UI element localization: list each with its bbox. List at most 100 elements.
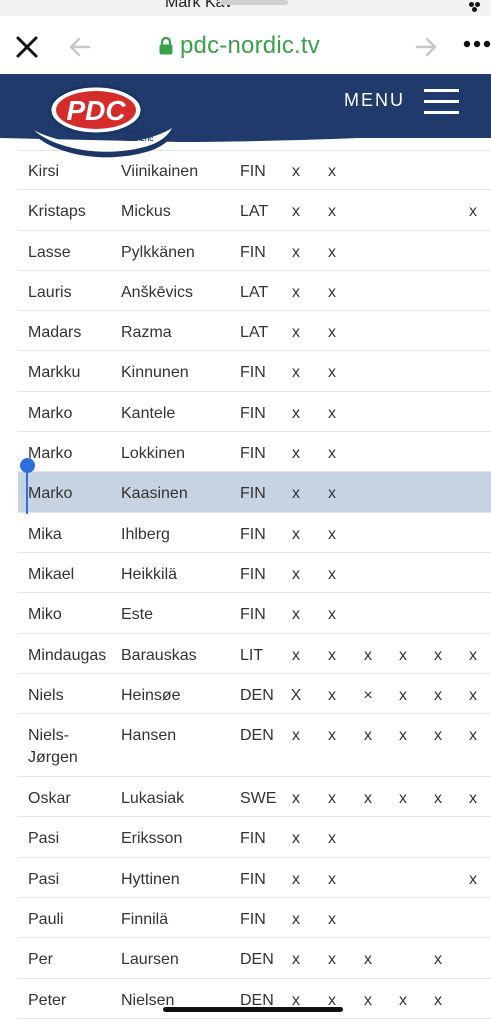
more-dots-icon[interactable] — [462, 38, 491, 50]
table-row: Madars Razma LAT x x — [18, 311, 491, 352]
table-row: Pasi Eriksson FIN x x — [18, 817, 491, 858]
participation-mark-cell: x — [328, 790, 336, 808]
first-name-cell: Marko — [28, 485, 73, 503]
first-name-cell: Miko — [28, 606, 62, 624]
participation-mark-cell: x — [328, 951, 336, 969]
first-name-cell: Lauris — [28, 283, 72, 301]
tab-grabber — [220, 0, 288, 5]
last-name-cell: Kinnunen — [121, 364, 189, 382]
participation-mark-cell: x — [328, 525, 336, 543]
nationality-cell: DEN — [240, 951, 274, 969]
menu-label[interactable]: MENU — [344, 90, 405, 111]
last-name-cell: Heinsøe — [121, 686, 181, 704]
participants-table: Kirsi Viinikainen FIN x x Kristaps Mickus LAT x x… — [18, 150, 491, 1019]
participation-mark-cell: x — [292, 445, 300, 463]
participation-mark-cell: x — [364, 951, 372, 969]
participation-mark-cell: x — [292, 243, 300, 261]
table-row: Lasse Pylkkänen FIN x x — [18, 231, 491, 271]
nationality-cell: FIN — [240, 830, 266, 848]
svg-text:NORDIC: NORDIC — [126, 130, 150, 136]
close-icon[interactable] — [14, 34, 40, 60]
first-name-cell: Markku — [28, 364, 81, 382]
table-row: Mika Ihlberg FIN x x — [18, 513, 491, 553]
participation-mark-cell: x — [292, 565, 300, 583]
participation-mark-cell: x — [399, 790, 407, 808]
participation-mark-cell: x — [364, 790, 372, 808]
table-row: Per Laursen DEN x x x x — [18, 938, 491, 979]
participation-mark-cell: x — [292, 283, 300, 301]
nationality-cell: LAT — [240, 283, 269, 301]
first-name-cell: Madars — [28, 324, 82, 342]
table-row: Mikael Heikkilä FIN x x — [18, 553, 491, 594]
nationality-cell: FIN — [240, 404, 266, 422]
participation-mark-cell: x — [434, 646, 442, 664]
participation-mark-cell: x — [328, 565, 336, 583]
last-name-cell: Pylkkänen — [121, 243, 195, 261]
first-name-cell: Marko — [28, 404, 73, 422]
nationality-cell: FIN — [240, 870, 266, 888]
forward-arrow-icon[interactable] — [413, 34, 439, 60]
status-bar: Mark Kav — [0, 0, 491, 16]
participation-mark-cell: x — [364, 646, 372, 664]
first-name-cell: Mika — [28, 525, 62, 543]
nationality-cell: FIN — [240, 911, 266, 929]
participation-mark-cell: x — [328, 911, 336, 929]
first-name-cell: Lasse — [28, 243, 71, 261]
participation-mark-cell: x — [292, 790, 300, 808]
participation-mark-cell: x — [328, 606, 336, 624]
first-name-cell: Pasi — [28, 830, 60, 848]
home-indicator[interactable] — [163, 1007, 343, 1012]
last-name-cell: Este — [121, 606, 154, 624]
nationality-cell: FIN — [240, 485, 266, 503]
participation-mark-cell: x — [292, 727, 300, 745]
nationality-cell: FIN — [240, 565, 266, 583]
participation-mark-cell: x — [328, 203, 336, 221]
last-name-cell: Ihlberg — [121, 525, 170, 543]
text-selection-caret — [26, 466, 28, 514]
address-bar[interactable]: pdc-nordic.tv — [158, 32, 320, 60]
nationality-cell: FIN — [240, 163, 266, 180]
first-name-cell: Marko — [28, 445, 73, 463]
logo-text: PDC — [66, 95, 126, 126]
participation-mark-cell: x — [434, 991, 442, 1009]
participation-mark-cell: x — [399, 646, 407, 664]
participation-mark-cell: x — [292, 951, 300, 969]
table-row: Pauli Finnilä FIN x x — [18, 898, 491, 939]
table-row: Peter Nielsen DEN x x x x x — [18, 979, 491, 1019]
table-row: Oskar Lukasiak SWE x x x x x x — [18, 777, 491, 818]
participation-mark-cell: x — [328, 163, 336, 180]
back-arrow-icon[interactable] — [67, 34, 93, 60]
participation-mark-cell: x — [364, 727, 372, 745]
nationality-cell: FIN — [240, 525, 266, 543]
last-name-cell: Anškēvics — [121, 283, 194, 301]
participation-mark-cell: x — [292, 203, 300, 221]
svg-text:& BALTIC: & BALTIC — [126, 137, 154, 143]
hamburger-menu-icon[interactable] — [424, 89, 459, 115]
participation-mark-cell: x — [328, 830, 336, 848]
participation-mark-cell: x — [434, 727, 442, 745]
participation-mark-cell: x — [328, 445, 336, 463]
last-name-cell: Mickus — [121, 203, 171, 221]
first-name-cell: Mikael — [28, 565, 75, 583]
pdc-logo[interactable]: PDC NORDIC & BALTIC — [26, 80, 176, 166]
lock-icon — [159, 36, 173, 55]
table-row: Niels Heinsøe DEN Xx × x x x — [18, 674, 491, 715]
last-name-cell: Kaasinen — [121, 485, 188, 503]
participation-mark-cell: x — [328, 404, 336, 422]
table-row: Marko Kaasinen FIN x x — [18, 472, 491, 513]
nationality-cell: FIN — [240, 606, 266, 624]
nationality-cell: FIN — [240, 445, 266, 463]
participation-mark-cell: x — [328, 324, 336, 342]
participation-mark-cell: x — [292, 911, 300, 929]
participation-mark-cell: x — [399, 727, 407, 745]
participation-mark-cell: x — [292, 404, 300, 422]
table-row: Marko Lokkinen FIN x x — [18, 432, 491, 473]
participation-mark-cell: x — [328, 727, 336, 745]
participation-mark-cell: x — [434, 790, 442, 808]
participation-mark-cell: x — [328, 686, 336, 704]
participation-mark-cell: x — [469, 727, 477, 745]
participation-mark-cell: x — [328, 364, 336, 382]
participation-mark-cell: x — [292, 324, 300, 342]
participation-mark-cell: x — [399, 686, 407, 704]
participation-mark-cell: x — [328, 243, 336, 261]
